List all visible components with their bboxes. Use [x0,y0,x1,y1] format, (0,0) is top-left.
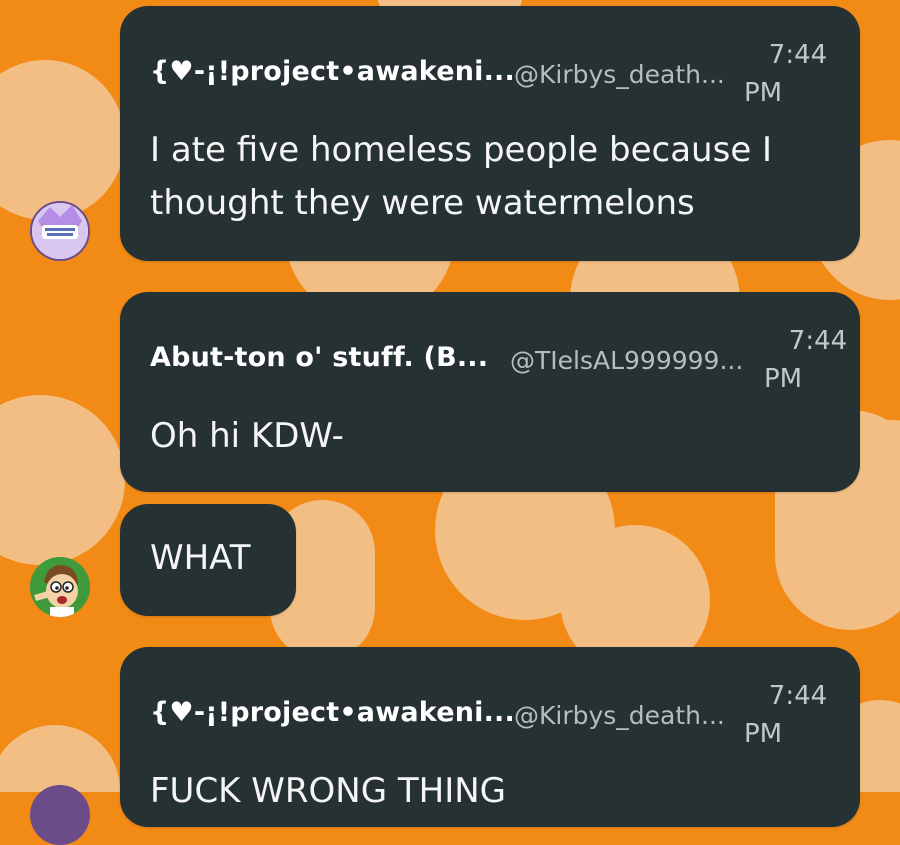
message-bubble[interactable]: {♥-¡!project•awakeni... @Kirbys_death...… [120,6,860,261]
message-bubble[interactable]: {♥-¡!project•awakeni... @Kirbys_death...… [120,647,860,827]
message-header: Abut-ton o' stuff. (B... @TIelsAL999999.… [150,292,847,394]
message-text: I ate five homeless people because I tho… [150,130,773,223]
project-awakening-logo-icon [32,203,88,259]
timestamp-meridiem: PM [743,78,783,108]
timestamp-meridiem: PM [743,719,783,749]
message-header: {♥-¡!project•awakeni... @Kirbys_death...… [150,647,840,749]
timestamp-time: 7:44 [768,40,828,70]
message-text: WHAT [150,538,251,578]
message-text: Oh hi KDW- [150,416,344,456]
timestamp-time: 7:44 [788,326,848,356]
message-timestamp: 7:44 PM [748,322,848,398]
chat-message-list[interactable]: {♥-¡!project•awakeni... @Kirbys_death...… [0,0,900,845]
timestamp-meridiem: PM [763,364,803,394]
message-timestamp: 7:44 PM [728,36,828,112]
sender-display-name[interactable]: Abut-ton o' stuff. (B... [150,342,488,373]
user-avatar[interactable] [30,785,90,845]
sender-handle[interactable]: @Kirbys_death... [514,701,725,730]
sender-handle[interactable]: @Kirbys_death... [514,60,725,89]
timestamp-time: 7:44 [768,681,828,711]
message-timestamp: 7:44 PM [728,677,828,753]
message-bubble[interactable]: Abut-ton o' stuff. (B... @TIelsAL999999.… [120,292,860,492]
user-avatar[interactable] [30,201,90,261]
cartoon-character-icon [30,557,90,617]
sender-display-name[interactable]: {♥-¡!project•awakeni... [150,697,515,728]
sender-handle[interactable]: @TIelsAL999999... [510,346,743,375]
message-bubble[interactable]: WHAT [120,504,296,616]
message-header: {♥-¡!project•awakeni... @Kirbys_death...… [150,6,840,108]
user-avatar[interactable] [30,557,90,617]
sender-display-name[interactable]: {♥-¡!project•awakeni... [150,56,515,87]
